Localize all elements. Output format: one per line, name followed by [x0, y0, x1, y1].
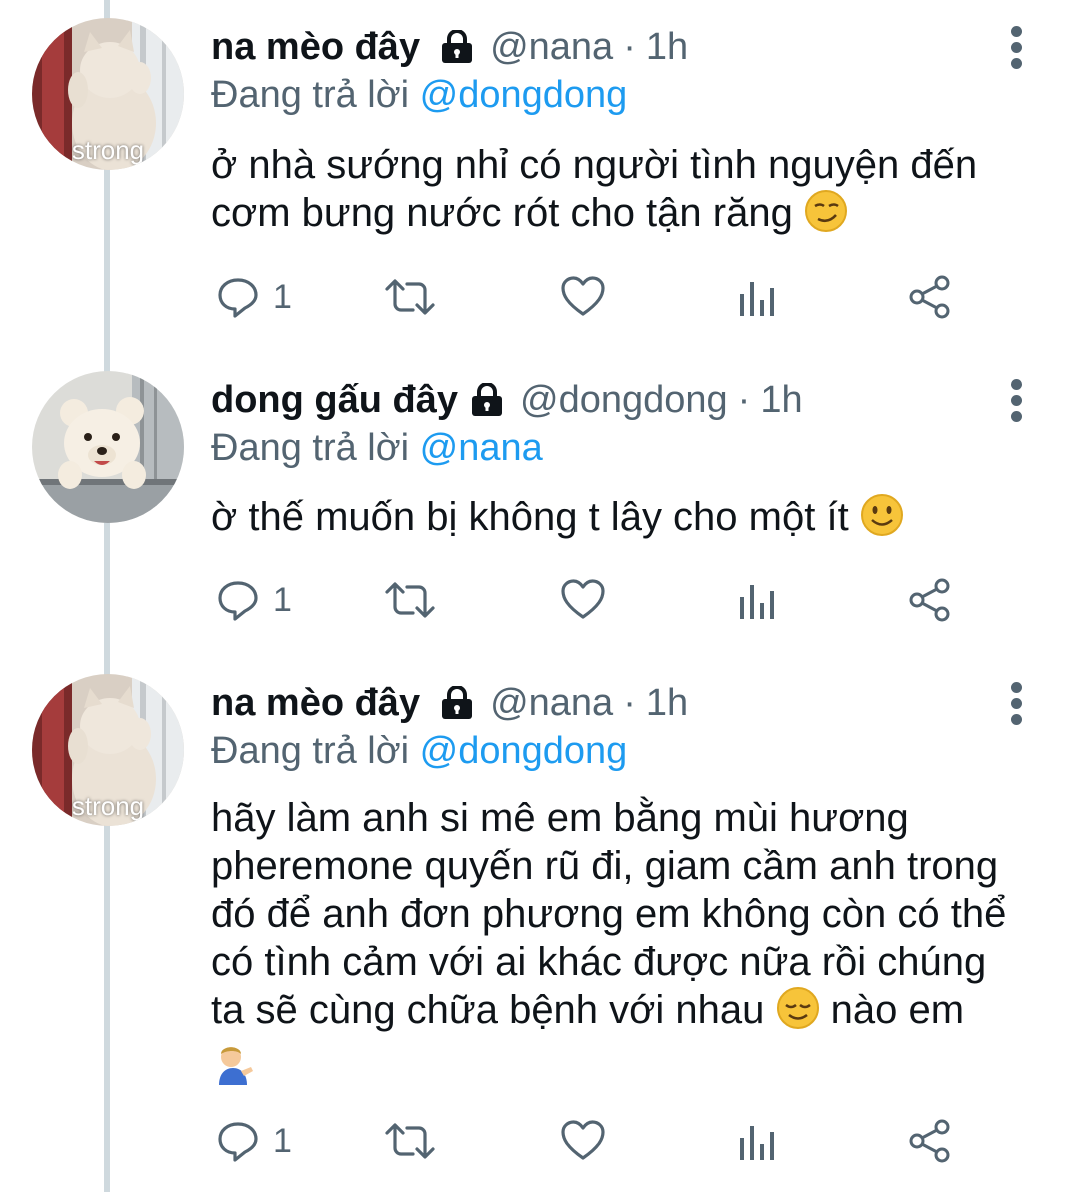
replying-prefix: Đang trả lời: [211, 74, 410, 116]
tweet-actions: 1: [211, 272, 971, 322]
tweet-text-line: có tình cảm với ai khác được nữa rồi chú…: [211, 940, 987, 984]
share-icon: [909, 1119, 950, 1163]
mention-link[interactable]: @dongdong: [420, 730, 628, 772]
lock-icon: [438, 30, 476, 64]
relieved-face-emoji-icon: [776, 986, 820, 1041]
separator-dot: ·: [623, 681, 636, 724]
avatar-caption: strong: [71, 791, 145, 821]
tweet-text-line: [211, 1041, 1041, 1096]
heart-icon: [561, 276, 605, 316]
replying-to: Đang trả lời @dongdong: [211, 730, 627, 773]
display-name[interactable]: na mèo đây: [211, 682, 420, 725]
retweet-button[interactable]: [383, 272, 437, 322]
tweet-text-line: hãy làm anh si mê em bằng mùi hương: [211, 796, 909, 840]
reply-count: 1: [273, 580, 292, 619]
replying-prefix: Đang trả lời: [211, 427, 410, 469]
tweet-text: ở nhà sướng nhỉ có người tình nguyện đến…: [211, 141, 1041, 244]
tweet-header: dong gấu đây @dongdong · 1h: [211, 375, 803, 425]
like-button[interactable]: [559, 575, 607, 625]
tweet-text-line: ờ thế muốn bị không t lây cho một ít: [211, 493, 1041, 548]
share-icon: [909, 275, 950, 319]
share-button[interactable]: [907, 272, 953, 322]
views-button[interactable]: [738, 1116, 778, 1166]
avatar[interactable]: strong: [32, 18, 184, 170]
tweet-text: hãy làm anh si mê em bằng mùi hương pher…: [211, 794, 1041, 1096]
like-button[interactable]: [559, 272, 607, 322]
tweet-text: ờ thế muốn bị không t lây cho một ít: [211, 493, 1041, 548]
replying-prefix: Đang trả lời: [211, 730, 410, 772]
more-options-icon[interactable]: [1005, 379, 1029, 423]
user-handle[interactable]: @nana: [490, 26, 613, 69]
reply-button[interactable]: 1: [215, 272, 292, 322]
smirking-face-emoji-icon: [804, 189, 848, 244]
share-button[interactable]: [907, 575, 953, 625]
user-handle[interactable]: @dongdong: [520, 379, 728, 422]
teddy-bear-photo-avatar-icon: [32, 371, 184, 523]
tweet[interactable]: strong na mèo đây @nana · 1h Đang trả lờ…: [0, 656, 1080, 1192]
user-handle[interactable]: @nana: [490, 682, 613, 725]
tweet-text-line-content: ờ thế muốn bị không t lây cho một ít: [211, 495, 849, 539]
tweet-header: na mèo đây @nana · 1h: [211, 678, 688, 728]
retweet-button[interactable]: [383, 1116, 437, 1166]
tweet-text-line: đó để anh đơn phương em không còn có thể: [211, 892, 1007, 936]
retweet-button[interactable]: [383, 575, 437, 625]
separator-dot: ·: [623, 25, 636, 68]
tweet-text-line-content: nào em: [830, 988, 965, 1032]
person-tipping-hand-emoji-icon: [211, 1041, 255, 1096]
display-name[interactable]: na mèo đây: [211, 26, 420, 69]
bar-chart-icon: [740, 282, 774, 316]
reply-icon: [218, 581, 258, 621]
timestamp[interactable]: 1h: [646, 26, 688, 69]
tweet-text-line: ta sẽ cùng chữa bệnh với nhau nào em: [211, 986, 1041, 1041]
reply-count: 1: [273, 1121, 292, 1160]
bar-chart-icon: [740, 1126, 774, 1160]
separator-dot: ·: [737, 378, 751, 421]
tweet[interactable]: dong gấu đây @dongdong · 1h Đang trả lời…: [0, 353, 1080, 653]
replying-to: Đang trả lời @dongdong: [211, 74, 627, 117]
display-name[interactable]: dong gấu đây: [211, 379, 458, 422]
mention-link[interactable]: @dongdong: [420, 74, 628, 116]
tweet[interactable]: strong na mèo đây @nana · 1h Đang trả lờ…: [0, 0, 1080, 340]
like-button[interactable]: [559, 1116, 607, 1166]
share-icon: [909, 578, 950, 622]
share-button[interactable]: [907, 1116, 953, 1166]
tweet-text-line: pheremone quyến rũ đi, giam cầm anh tron…: [211, 844, 999, 888]
slightly-smiling-face-emoji-icon: [860, 493, 904, 548]
tweet-actions: 1: [211, 1116, 971, 1166]
tweet-actions: 1: [211, 575, 971, 625]
lock-icon: [468, 383, 506, 417]
avatar[interactable]: strong: [32, 674, 184, 826]
reply-icon: [218, 278, 258, 318]
heart-icon: [561, 1120, 605, 1160]
reply-button[interactable]: 1: [215, 1116, 292, 1166]
tweet-text-line-content: cơm bưng nước rót cho tận răng: [211, 191, 793, 235]
avatar[interactable]: [32, 371, 184, 523]
reply-count: 1: [273, 277, 292, 316]
views-button[interactable]: [738, 575, 778, 625]
tweet-text-line: ở nhà sướng nhỉ có người tình nguyện đến: [211, 143, 978, 187]
replying-to: Đang trả lời @nana: [211, 427, 543, 470]
mention-link[interactable]: @nana: [420, 427, 543, 469]
reply-button[interactable]: 1: [215, 575, 292, 625]
reply-icon: [218, 1122, 258, 1162]
retweet-icon: [385, 1123, 435, 1159]
tweet-text-line: cơm bưng nước rót cho tận răng: [211, 189, 1041, 244]
tweet-header: na mèo đây @nana · 1h: [211, 22, 688, 72]
lock-icon: [438, 686, 476, 720]
retweet-icon: [385, 279, 435, 315]
retweet-icon: [385, 582, 435, 618]
views-button[interactable]: [738, 272, 778, 322]
more-options-icon[interactable]: [1005, 26, 1029, 70]
timestamp[interactable]: 1h: [646, 682, 688, 725]
more-options-icon[interactable]: [1005, 682, 1029, 726]
bar-chart-icon: [740, 585, 774, 619]
tweet-text-line-content: ta sẽ cùng chữa bệnh với nhau: [211, 988, 765, 1032]
heart-icon: [561, 579, 605, 619]
avatar-caption: strong: [71, 135, 145, 165]
timestamp[interactable]: 1h: [760, 379, 802, 422]
